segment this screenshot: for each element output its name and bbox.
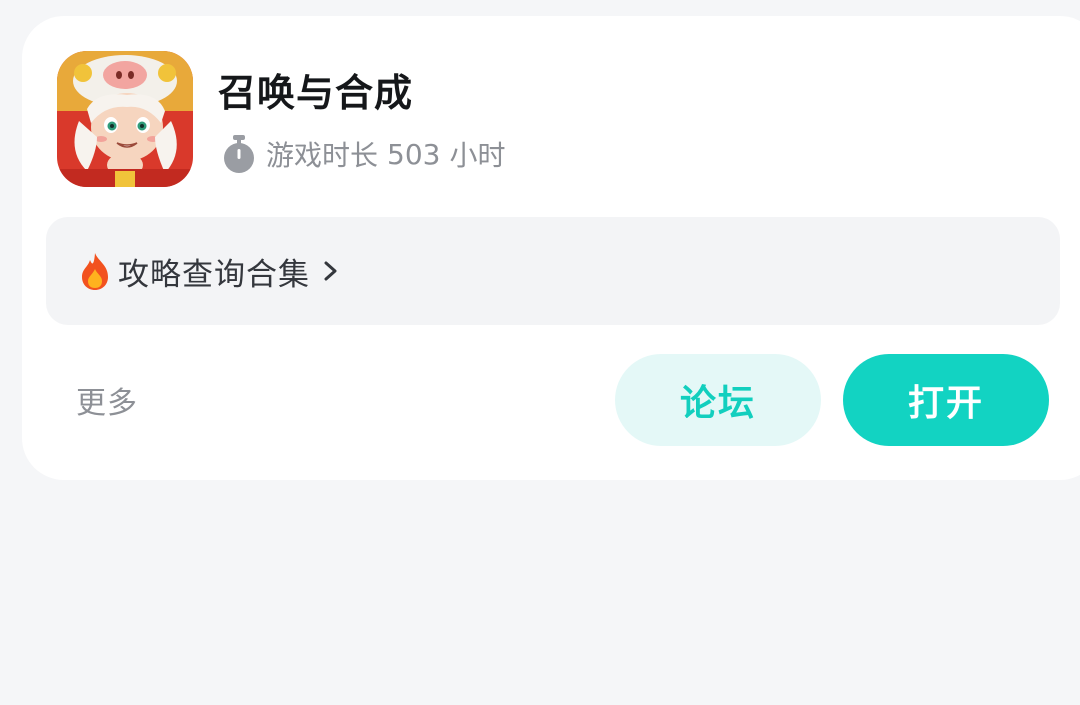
playtime-row: 游戏时长 503 小时 xyxy=(222,132,505,176)
chevron-right-icon xyxy=(320,257,342,285)
playtime-unit: 小时 xyxy=(449,139,506,172)
game-title[interactable]: 召唤与合成 xyxy=(218,66,413,120)
fire-icon xyxy=(78,251,112,291)
lion-dance-character-icon xyxy=(57,51,193,187)
game-icon[interactable] xyxy=(57,51,193,187)
guide-collection-banner[interactable]: 攻略查询合集 xyxy=(46,217,1060,325)
game-card: 召唤与合成 游戏时长 503 小时 攻略查询合集 更多 论坛 打开 xyxy=(22,16,1080,480)
open-button[interactable]: 打开 xyxy=(843,354,1049,446)
more-link[interactable]: 更多 xyxy=(76,378,138,422)
stopwatch-icon xyxy=(222,134,256,174)
playtime-label: 游戏时长 xyxy=(266,139,379,172)
playtime-value: 503 xyxy=(387,137,441,171)
forum-button[interactable]: 论坛 xyxy=(615,354,821,446)
guide-label: 攻略查询合集 xyxy=(118,256,310,293)
